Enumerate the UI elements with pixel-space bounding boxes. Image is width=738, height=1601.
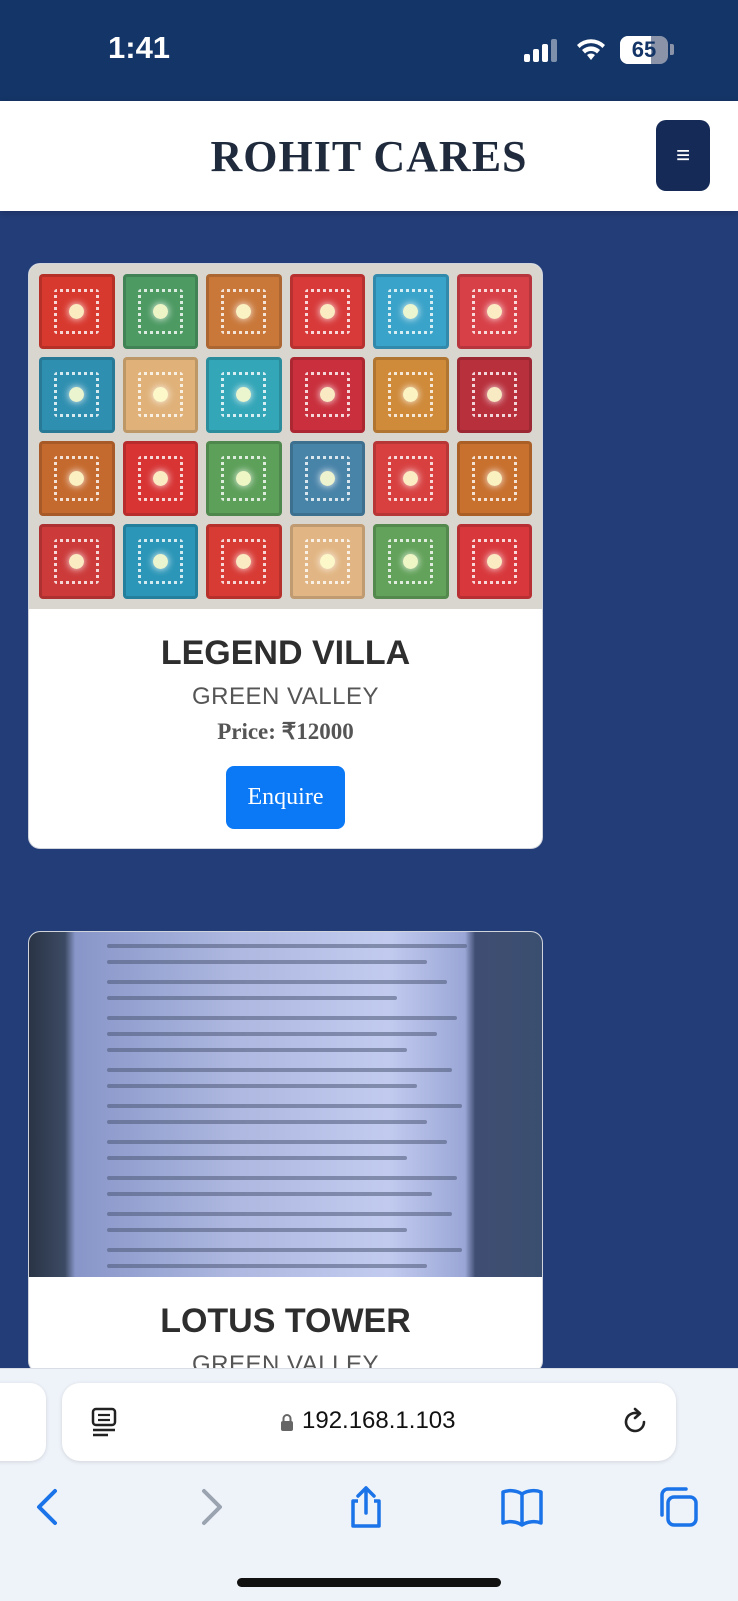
- tabs-icon[interactable]: [656, 1485, 700, 1529]
- listing-title: LEGEND VILLA: [160, 634, 411, 672]
- battery-level: 65: [631, 37, 657, 62]
- listing-card: LOTUS TOWER GREEN VALLEY: [28, 931, 543, 1373]
- forward-icon[interactable]: [188, 1485, 232, 1529]
- cellular-signal-icon: [524, 38, 562, 62]
- home-indicator[interactable]: [237, 1578, 501, 1587]
- wifi-icon: [577, 39, 605, 60]
- share-icon[interactable]: [344, 1485, 388, 1529]
- hamburger-menu-button[interactable]: ≡: [656, 120, 710, 191]
- reload-icon[interactable]: [620, 1407, 650, 1437]
- listing-card: LEGEND VILLA GREEN VALLEY Price: ₹12000 …: [28, 263, 543, 849]
- listing-image-document-photo: [29, 932, 542, 1277]
- url-text[interactable]: 192.168.1.103: [302, 1407, 455, 1435]
- back-icon[interactable]: [27, 1485, 71, 1529]
- address-bar[interactable]: 192.168.1.103: [62, 1383, 676, 1461]
- listing-location: GREEN VALLEY: [192, 683, 379, 710]
- site-brand[interactable]: ROHIT CARES: [0, 131, 738, 182]
- lock-icon: [281, 1414, 293, 1431]
- site-navbar: ROHIT CARES ≡: [0, 101, 738, 211]
- listing-price: Price: ₹12000: [217, 719, 354, 744]
- previous-tab-preview[interactable]: [0, 1383, 46, 1461]
- enquire-button[interactable]: Enquire: [226, 766, 345, 829]
- hamburger-menu-icon: ≡: [675, 141, 690, 169]
- browser-bottom-bar: 192.168.1.103: [0, 1368, 738, 1601]
- listing-title: LOTUS TOWER: [160, 1302, 411, 1340]
- listing-image-tiles: [29, 264, 542, 609]
- reader-icon[interactable]: [90, 1407, 118, 1437]
- battery-icon: 65: [620, 36, 668, 64]
- bookmarks-icon[interactable]: [500, 1485, 544, 1529]
- status-bar: 1:41 65: [0, 0, 738, 101]
- status-time: 1:41: [108, 30, 171, 65]
- battery-tip: [670, 44, 674, 55]
